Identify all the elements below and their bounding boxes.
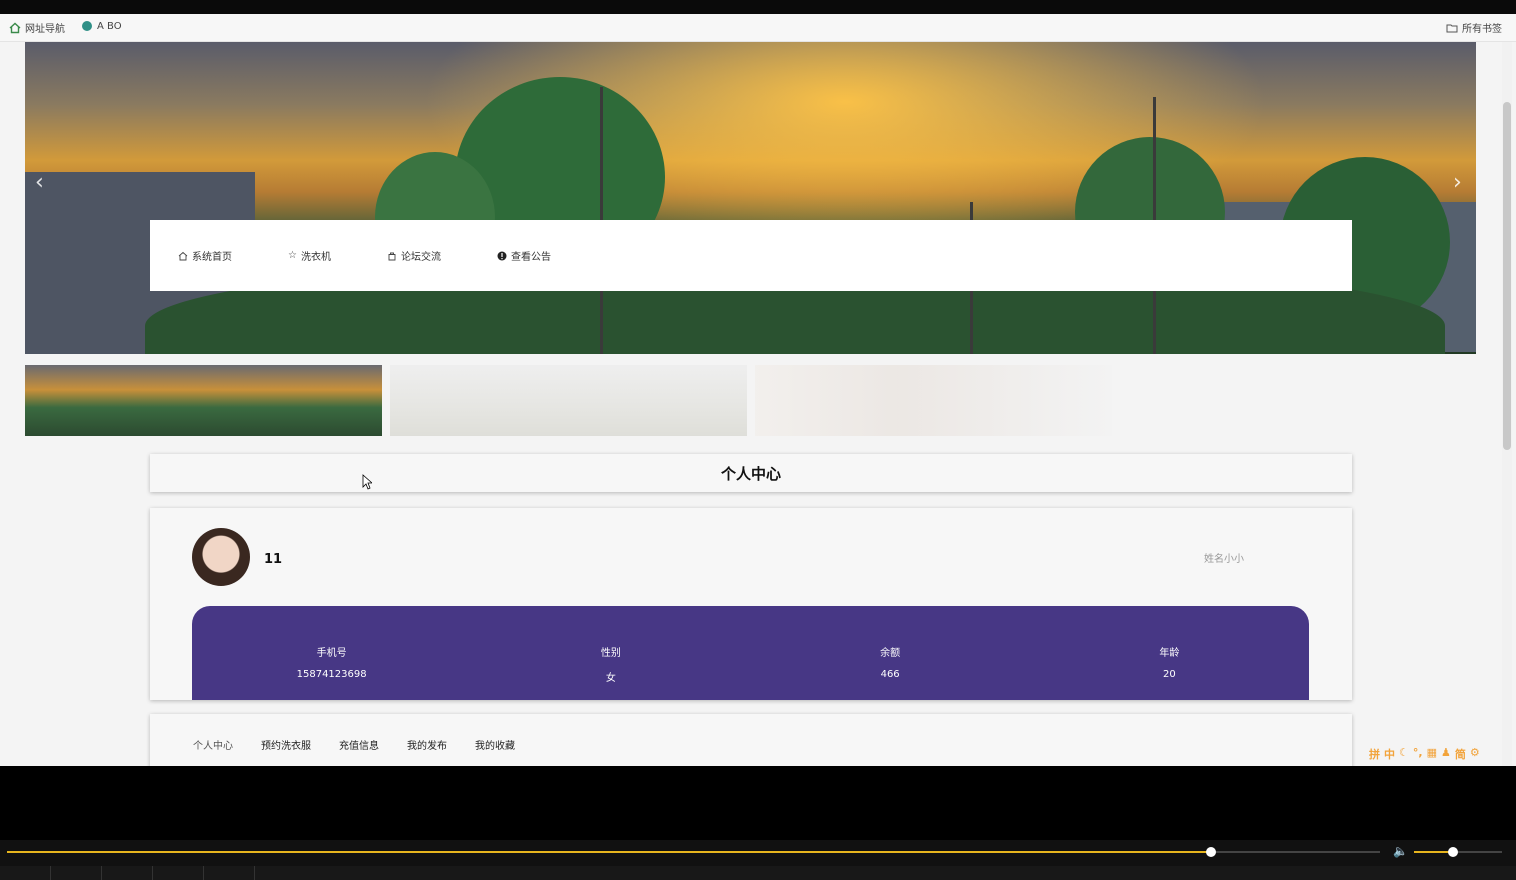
page-scrollbar[interactable]: [1502, 42, 1512, 766]
home-outline-icon: [178, 251, 188, 260]
username: 11: [264, 552, 283, 567]
globe-icon: [82, 21, 92, 31]
stat-label: 手机号: [316, 648, 347, 659]
ime-button[interactable]: ⚙: [1470, 746, 1480, 764]
volume-fill: [1414, 851, 1453, 853]
player-bottom-strip: [0, 866, 1516, 880]
profile-card: 11 姓名小小 手机号 15874123698 性别 女 余额 466 年龄 2…: [150, 508, 1352, 700]
carousel-thumbnail[interactable]: [390, 365, 747, 436]
stat-label: 性别: [600, 648, 621, 659]
seek-bar[interactable]: [7, 847, 1380, 857]
main-nav: 系统首页 ☆ 洗衣机 论坛交流 查看公告: [150, 220, 1352, 291]
stat-value: 15874123698: [296, 669, 367, 680]
nickname: 姓名小小: [1204, 554, 1244, 565]
bookmark-label: A BO: [97, 20, 122, 32]
volume-icon[interactable]: 🔈: [1393, 844, 1408, 858]
stat-balance: 余额 466: [751, 606, 1030, 700]
tab-my-posts[interactable]: 我的发布: [407, 737, 447, 752]
ime-button[interactable]: ▦: [1427, 746, 1437, 764]
scrollbar-thumb[interactable]: [1503, 102, 1511, 450]
tab-profile-center[interactable]: 个人中心: [193, 737, 233, 752]
avatar: [192, 528, 250, 586]
bookmark-item[interactable]: 网址导航: [9, 20, 65, 35]
volume-knob[interactable]: [1447, 847, 1458, 857]
stat-gender: 性别 女: [471, 606, 750, 700]
nav-item-label: 系统首页: [192, 252, 232, 263]
bookmark-label: 网址导航: [25, 24, 65, 35]
volume-slider[interactable]: [1414, 847, 1502, 857]
all-bookmarks-label: 所有书签: [1462, 24, 1502, 35]
ime-button[interactable]: 中: [1384, 746, 1395, 764]
all-bookmarks-button[interactable]: 所有书签: [1446, 20, 1502, 35]
carousel-thumbnail[interactable]: [755, 365, 1112, 436]
stat-value: 466: [880, 669, 900, 680]
ime-toolbar: 拼 中 ☾ °, ▦ ♟ 简 ⚙: [1369, 746, 1509, 764]
stat-phone: 手机号 15874123698: [192, 606, 471, 700]
nav-item-label: 查看公告: [510, 252, 551, 263]
ime-button[interactable]: 拼: [1369, 746, 1380, 764]
stat-value: 女: [605, 673, 616, 684]
home-icon: [9, 22, 21, 33]
banner-carousel: ‹ ›: [25, 42, 1476, 354]
tab-my-favorites[interactable]: 我的收藏: [475, 737, 515, 752]
stat-value: 20: [1163, 669, 1176, 680]
star-outline-icon: ☆: [288, 250, 297, 261]
window-top-bar: [0, 0, 1516, 14]
ime-button[interactable]: ☾: [1399, 746, 1409, 764]
section-title-card: 个人中心: [150, 454, 1352, 492]
page-title: 个人中心: [720, 464, 781, 483]
ime-button[interactable]: 简: [1455, 746, 1466, 764]
profile-tabs: 个人中心 预约洗衣服 充值信息 我的发布 我的收藏: [150, 714, 1352, 766]
tab-recharge[interactable]: 充值信息: [339, 737, 379, 752]
seek-knob[interactable]: [1206, 847, 1217, 857]
bookmarks-bar: 网址导航 A BO 所有书签: [0, 14, 1516, 42]
ime-button[interactable]: ♟: [1441, 746, 1451, 764]
video-letterbox: [0, 766, 1516, 840]
stat-label: 年龄: [1159, 648, 1180, 659]
seek-bar-fill: [7, 851, 1212, 853]
bookmark-item[interactable]: A BO: [81, 20, 122, 32]
stat-label: 余额: [880, 648, 901, 659]
folder-icon: [1446, 24, 1458, 32]
nav-item-forum[interactable]: 论坛交流: [387, 248, 441, 263]
tab-book-laundry[interactable]: 预约洗衣服: [261, 737, 311, 752]
bag-outline-icon: [388, 252, 396, 260]
nav-item-home[interactable]: 系统首页: [178, 248, 232, 263]
nav-item-label: 论坛交流: [400, 252, 441, 263]
stat-age: 年龄 20: [1030, 606, 1309, 700]
carousel-next-button[interactable]: ›: [1453, 170, 1462, 195]
carousel-thumbnail[interactable]: [25, 365, 382, 436]
profile-stats: 手机号 15874123698 性别 女 余额 466 年龄 20: [192, 606, 1309, 700]
nav-item-notices[interactable]: 查看公告: [497, 248, 551, 263]
ime-button[interactable]: °,: [1413, 746, 1423, 764]
nav-item-label: 洗衣机: [300, 252, 331, 263]
page-viewport: ‹ › 系统首页 ☆ 洗衣机 论坛交流 查看公告 个人中心 11 姓名小小 手机…: [0, 42, 1516, 766]
info-circle-icon: [497, 251, 507, 260]
video-player-controls: 🔈: [0, 840, 1516, 880]
nav-item-washer[interactable]: ☆ 洗衣机: [288, 248, 331, 263]
mouse-cursor-icon: [362, 474, 372, 490]
carousel-prev-button[interactable]: ‹: [35, 170, 44, 195]
